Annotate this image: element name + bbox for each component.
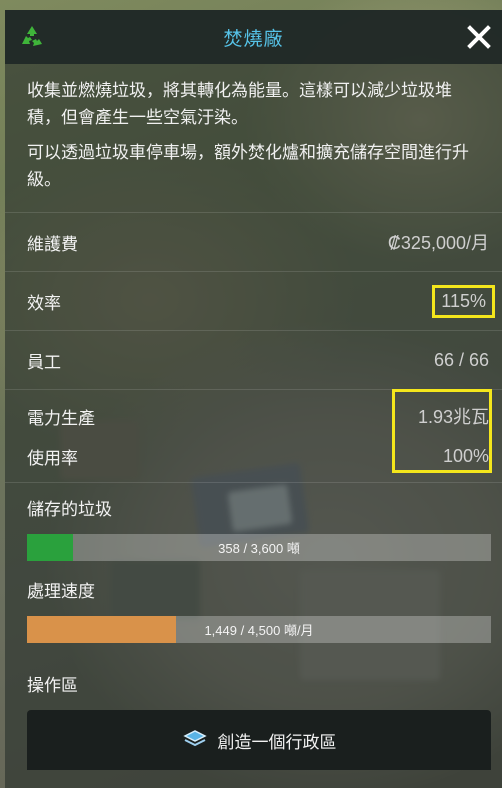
building-info-panel: 焚燒廠 收集並燃燒垃圾，將其轉化為能量。這樣可以減少垃圾堆積，但會產生一些空氣汙… xyxy=(5,10,502,788)
workers-row: 員工 66 / 66 xyxy=(5,331,502,390)
upkeep-value: ₡325,000/月 xyxy=(387,233,489,253)
recycle-icon xyxy=(19,24,45,50)
district-layers-icon xyxy=(182,727,208,754)
panel-title: 焚燒廠 xyxy=(223,27,284,50)
operations-section: 操作區 創造一個行政區 xyxy=(5,663,502,770)
power-group: 電力生產 1.93兆瓦 使用率 100% xyxy=(5,389,502,483)
create-district-button[interactable]: 創造一個行政區 xyxy=(27,710,491,770)
processing-label: 處理速度 xyxy=(27,582,95,602)
usage-label: 使用率 xyxy=(27,448,78,469)
storage-progress-bar: 358 / 3,600 噸 xyxy=(27,534,491,561)
processing-progress-text: 1,449 / 4,500 噸/月 xyxy=(204,623,314,638)
workers-label: 員工 xyxy=(27,352,61,373)
power-label: 電力生產 xyxy=(27,408,95,429)
storage-section: 儲存的垃圾 358 / 3,600 噸 處理速度 1,449 / 4,500 噸… xyxy=(5,483,502,663)
close-icon[interactable] xyxy=(464,22,494,52)
storage-label: 儲存的垃圾 xyxy=(27,500,112,520)
highlight-box xyxy=(392,389,492,473)
efficiency-label: 效率 xyxy=(27,293,61,314)
storage-progress-text: 358 / 3,600 噸 xyxy=(218,541,300,556)
upkeep-row: 維護費 ₡325,000/月 xyxy=(5,213,502,272)
efficiency-row: 效率 115% xyxy=(5,272,502,331)
panel-header: 焚燒廠 xyxy=(5,10,502,64)
workers-value: 66 / 66 xyxy=(433,349,489,370)
upkeep-label: 維護費 xyxy=(27,234,78,255)
efficiency-value: 115% xyxy=(432,284,495,318)
processing-progress-bar: 1,449 / 4,500 噸/月 xyxy=(27,616,491,643)
description-paragraph: 可以透過垃圾車停車場，額外焚化爐和擴充儲存空間進行升級。 xyxy=(27,143,469,190)
operations-label: 操作區 xyxy=(27,676,78,696)
description-paragraph: 收集並燃燒垃圾，將其轉化為能量。這樣可以減少垃圾堆積，但會產生一些空氣汙染。 xyxy=(27,81,452,128)
building-description: 收集並燃燒垃圾，將其轉化為能量。這樣可以減少垃圾堆積，但會產生一些空氣汙染。 可… xyxy=(5,64,502,213)
create-district-label: 創造一個行政區 xyxy=(217,732,337,753)
